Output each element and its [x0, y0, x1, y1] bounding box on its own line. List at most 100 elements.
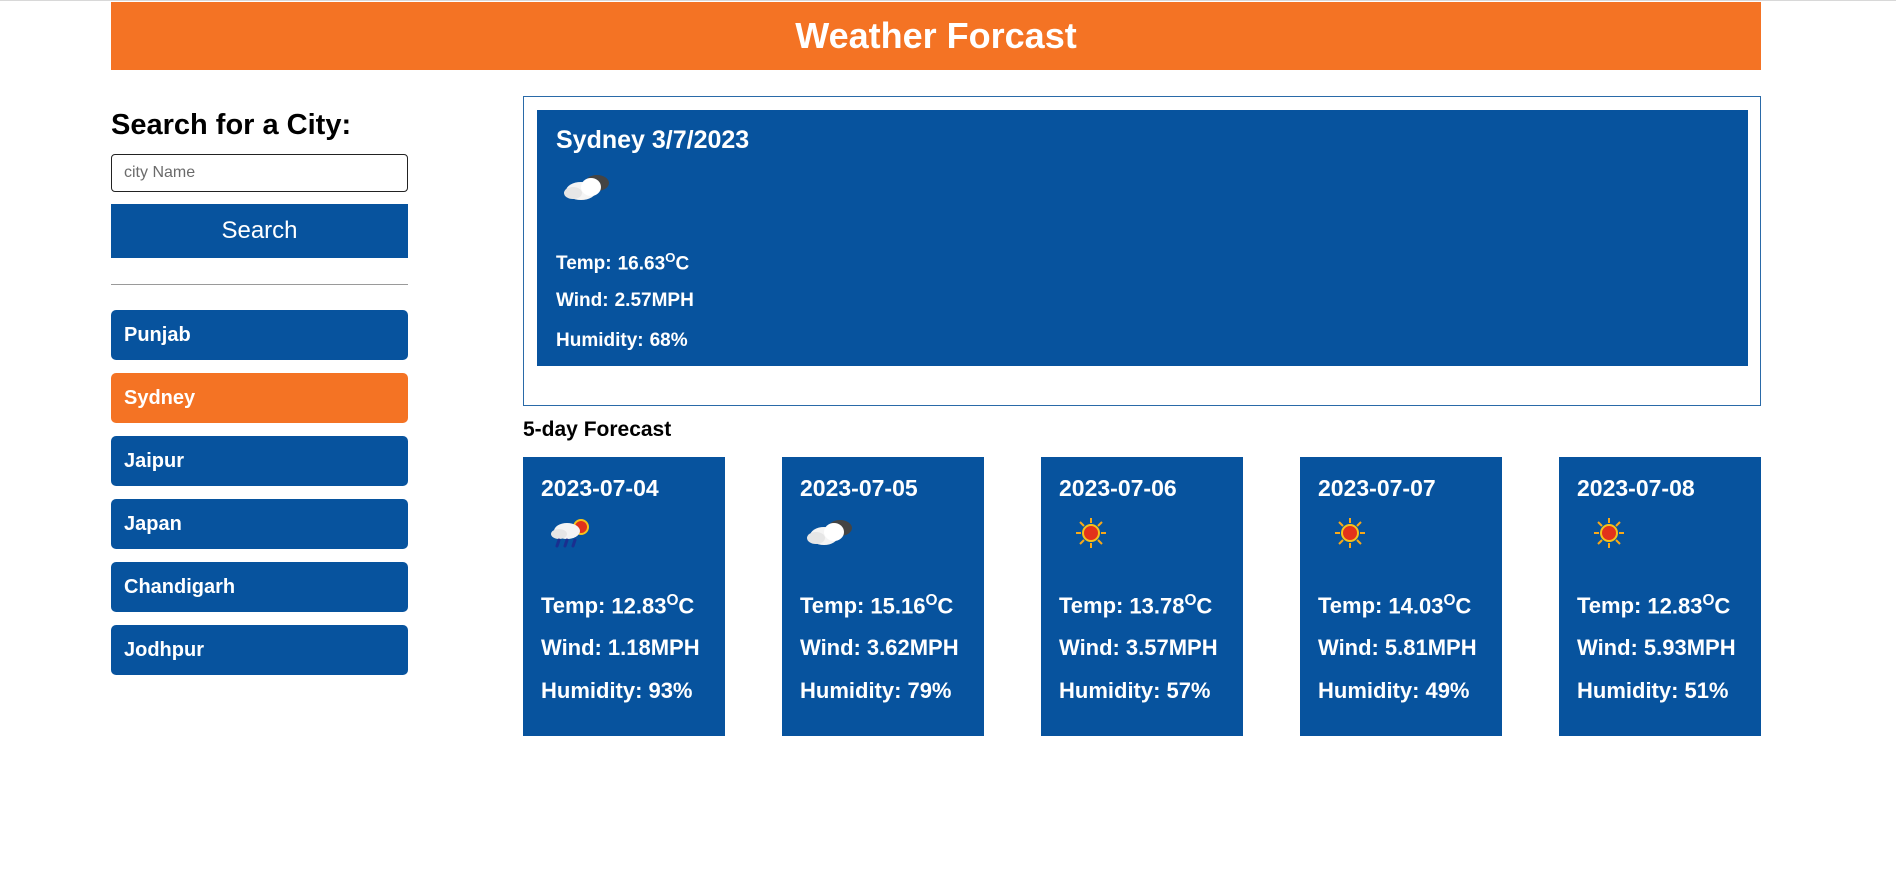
sidebar: Search for a City: Search Punjab Sydney …: [111, 100, 408, 688]
top-border: [0, 0, 1896, 1]
forecast-temp: Temp: 15.16OC: [800, 592, 953, 619]
wind-label: Wind:: [1577, 635, 1638, 660]
history-item-punjab[interactable]: Punjab: [111, 310, 408, 360]
wind-label: Wind:: [800, 635, 861, 660]
temp-value: 16.63: [617, 253, 666, 275]
forecast-card: 2023-07-07 Temp: 14.03OC Wind: 5.81MPH Hum…: [1300, 457, 1502, 736]
forecast-date: 2023-07-08: [1577, 475, 1695, 501]
forecast-humidity: Humidity: 51%: [1577, 678, 1729, 704]
degree-symbol: O: [925, 592, 938, 609]
wind-value: 5.81MPH: [1384, 635, 1477, 660]
forecast-card: 2023-07-08 Temp: 12.83OC Wind: 5.93MPH Hum…: [1559, 457, 1761, 736]
sidebar-divider: [111, 284, 408, 285]
degree-symbol: O: [665, 250, 676, 265]
temp-label: Temp:: [800, 593, 865, 619]
search-history: Punjab Sydney Jaipur Japan Chandigarh Jo…: [111, 310, 408, 675]
degree-symbol: O: [1184, 592, 1197, 609]
forecast-temp: Temp: 12.83OC: [1577, 592, 1730, 619]
current-temp: Temp: 16.63OC: [556, 250, 689, 275]
history-item-sydney[interactable]: Sydney: [111, 373, 408, 423]
humidity-label: Humidity:: [556, 330, 644, 351]
temp-unit: C: [675, 253, 690, 275]
humidity-label: Humidity:: [1059, 678, 1161, 703]
history-item-japan[interactable]: Japan: [111, 499, 408, 549]
degree-symbol: O: [1702, 592, 1715, 609]
cloud-icon: [807, 520, 852, 545]
temp-value: 15.16: [870, 593, 926, 619]
wind-label: Wind:: [541, 635, 602, 660]
humidity-value: 79%: [907, 678, 952, 703]
wind-value: 5.93MPH: [1643, 635, 1736, 660]
degree-symbol: O: [666, 592, 679, 609]
forecast-date: 2023-07-05: [800, 475, 918, 501]
wind-value: 2.57MPH: [614, 290, 694, 311]
forecast-temp: Temp: 14.03OC: [1318, 592, 1471, 619]
forecast-humidity: Humidity: 49%: [1318, 678, 1470, 704]
temp-unit: C: [937, 593, 954, 619]
current-weather-panel: Sydney 3/7/2023 Temp: 16.63OC Wind: 2.57MP…: [523, 96, 1761, 406]
humidity-value: 93%: [648, 678, 693, 703]
degree-symbol: O: [1443, 592, 1456, 609]
temp-label: Temp:: [1577, 593, 1642, 619]
humidity-value: 68%: [649, 330, 688, 351]
forecast-date: 2023-07-04: [541, 475, 659, 501]
city-search-input[interactable]: [111, 154, 408, 192]
forecast-wind: Wind: 3.62MPH: [800, 635, 959, 661]
page-header: Weather Forcast: [111, 2, 1761, 70]
temp-label: Temp:: [1318, 593, 1383, 619]
temp-value: 12.83: [1647, 593, 1703, 619]
forecast-humidity: Humidity: 79%: [800, 678, 952, 704]
forecast-card: 2023-07-04 Temp: 12.83OC Wind: 1.18MPH Hum…: [523, 457, 725, 736]
current-city-date: Sydney 3/7/2023: [556, 126, 750, 154]
forecast-humidity: Humidity: 93%: [541, 678, 693, 704]
forecast-temp: Temp: 13.78OC: [1059, 592, 1212, 619]
cloud-icon: [564, 175, 609, 200]
forecast-date: 2023-07-07: [1318, 475, 1436, 501]
current-wind: Wind: 2.57MPH: [556, 290, 694, 312]
temp-value: 13.78: [1129, 593, 1185, 619]
forecast-wind: Wind: 5.81MPH: [1318, 635, 1477, 661]
humidity-label: Humidity:: [800, 678, 902, 703]
humidity-value: 57%: [1166, 678, 1211, 703]
humidity-value: 51%: [1684, 678, 1729, 703]
current-humidity: Humidity: 68%: [556, 330, 688, 352]
temp-label: Temp:: [1059, 593, 1124, 619]
temp-unit: C: [1196, 593, 1213, 619]
forecast-title: 5-day Forecast: [523, 418, 672, 441]
forecast-wind: Wind: 1.18MPH: [541, 635, 700, 661]
humidity-label: Humidity:: [1318, 678, 1420, 703]
forecast-humidity: Humidity: 57%: [1059, 678, 1211, 704]
humidity-value: 49%: [1425, 678, 1470, 703]
wind-value: 3.57MPH: [1125, 635, 1218, 660]
temp-unit: C: [678, 593, 695, 619]
sun-icon: [1594, 518, 1624, 548]
forecast-date: 2023-07-06: [1059, 475, 1177, 501]
wind-value: 3.62MPH: [866, 635, 959, 660]
wind-value: 1.18MPH: [607, 635, 700, 660]
temp-value: 12.83: [611, 593, 667, 619]
sun-icon: [1335, 518, 1365, 548]
wind-label: Wind:: [1059, 635, 1120, 660]
temp-unit: C: [1455, 593, 1472, 619]
forecast-card: 2023-07-05 Temp: 15.16OC Wind: 3.62MPH Hum…: [782, 457, 984, 736]
history-item-chandigarh[interactable]: Chandigarh: [111, 562, 408, 612]
page-title: Weather Forcast: [795, 15, 1077, 56]
forecast-wind: Wind: 3.57MPH: [1059, 635, 1218, 661]
wind-label: Wind:: [1318, 635, 1379, 660]
forecast-wind: Wind: 5.93MPH: [1577, 635, 1736, 661]
history-item-jaipur[interactable]: Jaipur: [111, 436, 408, 486]
forecast-temp: Temp: 12.83OC: [541, 592, 694, 619]
forecast-card: 2023-07-06 Temp: 13.78OC Wind: 3.57MPH Hum…: [1041, 457, 1243, 736]
humidity-label: Humidity:: [541, 678, 643, 703]
rain-sun-icon: [551, 519, 589, 548]
temp-value: 14.03: [1388, 593, 1444, 619]
temp-label: Temp:: [541, 593, 606, 619]
humidity-label: Humidity:: [1577, 678, 1679, 703]
current-weather-card: Sydney 3/7/2023 Temp: 16.63OC Wind: 2.57MP…: [537, 110, 1748, 366]
wind-label: Wind:: [556, 290, 609, 311]
history-item-jodhpur[interactable]: Jodhpur: [111, 625, 408, 675]
search-button[interactable]: Search: [111, 204, 408, 258]
temp-unit: C: [1714, 593, 1731, 619]
search-heading: Search for a City:: [111, 109, 352, 141]
temp-label: Temp:: [556, 253, 612, 275]
